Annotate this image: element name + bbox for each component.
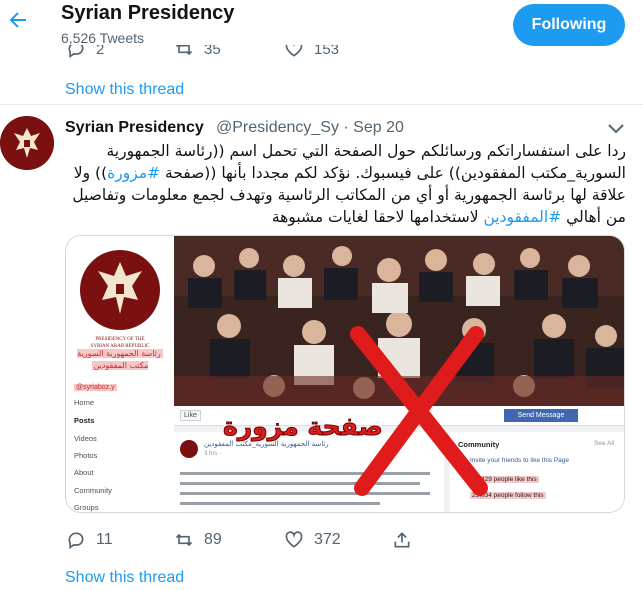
tweet-text-part: لاستخدامها لاحقا لغايات مشبوهة: [271, 208, 484, 226]
like-icon: [285, 531, 303, 548]
reply-button[interactable]: 11: [66, 528, 126, 552]
retweet-button[interactable]: 89: [174, 528, 244, 552]
like-count: 153: [314, 45, 340, 58]
logo-caption-1: PRESIDENCY OF THE: [95, 337, 144, 342]
fb-menu-item: Posts: [74, 416, 95, 425]
tweet-count: 6,526 Tweets: [61, 30, 145, 46]
fb-post-text-line: [180, 502, 380, 505]
like-icon[interactable]: [284, 45, 304, 59]
fb-see-all: See All: [594, 440, 615, 447]
back-arrow-icon[interactable]: [6, 8, 30, 32]
fb-menu-item: Videos: [74, 434, 97, 443]
presidency-logo-icon: PRESIDENCY OF THE SYRIAN ARAB REPUBLIC: [80, 250, 160, 349]
fb-like-button: Like: [180, 410, 201, 421]
retweet-icon: [175, 533, 193, 547]
reply-icon[interactable]: [66, 45, 86, 59]
fb-send-message-button: Send Message: [504, 409, 578, 422]
following-button[interactable]: Following: [513, 4, 625, 46]
fake-page-stamp: صفحة مزورة: [223, 412, 384, 442]
fb-post-avatar: [180, 440, 198, 458]
fb-menu-item: Community: [74, 486, 112, 495]
like-count: 372: [314, 531, 341, 548]
fb-page-sidebar: PRESIDENCY OF THE SYRIAN ARAB REPUBLIC ر…: [66, 236, 174, 512]
hashtag-link[interactable]: #المفقودين: [484, 208, 562, 226]
like-button[interactable]: 372: [284, 528, 364, 552]
fb-menu-item: Groups: [74, 503, 99, 512]
fb-page-name-text: رئاسة الجمهورية السورية مكتب المفقودين: [77, 349, 163, 370]
more-icon[interactable]: [604, 118, 628, 138]
reply-icon: [68, 532, 84, 550]
profile-name: Syrian Presidency: [61, 2, 235, 24]
fb-page-handle: @syriaboz.y: [74, 384, 117, 391]
fb-menu-item: Home: [74, 398, 95, 407]
fb-menu-item: Photos: [74, 451, 98, 460]
fb-post-time: 3 hrs ·: [204, 451, 222, 457]
show-thread-link[interactable]: Show this thread: [65, 81, 184, 99]
fb-post-name: رئاسة الجمهورية السورية_مكتب المفقودين: [204, 440, 329, 448]
hashtag-link[interactable]: #مزورة: [107, 164, 160, 182]
reply-count: 2: [96, 45, 105, 58]
tweet-author-handle[interactable]: @Presidency_Sy · Sep 20: [216, 119, 404, 137]
tweet-text: ردا على استفساراتكم ورسائلكم حول الصفحة …: [64, 140, 626, 228]
fb-menu-item: About: [74, 468, 94, 477]
eagle-emblem-icon: [0, 116, 54, 170]
fb-page-name: رئاسة الجمهورية السورية مكتب المفقودين: [70, 348, 170, 372]
share-icon: [394, 532, 410, 548]
previous-tweet-actions: 2 35 153: [0, 45, 643, 59]
tweet-media-image[interactable]: PRESIDENCY OF THE SYRIAN ARAB REPUBLIC ر…: [65, 235, 625, 513]
show-thread-link[interactable]: Show this thread: [65, 569, 184, 587]
retweet-count: 35: [204, 45, 221, 58]
tweet-author-name[interactable]: Syrian Presidency: [65, 119, 204, 137]
red-x-mark-icon: [350, 326, 488, 496]
retweet-icon[interactable]: [174, 45, 194, 59]
divider: [0, 104, 643, 105]
reply-count: 11: [96, 531, 113, 548]
tweet-text-part: ردا على استفساراتكم ورسائلكم حول الصفحة …: [106, 142, 626, 182]
share-button[interactable]: [392, 528, 416, 552]
retweet-count: 89: [204, 531, 222, 548]
avatar[interactable]: [0, 116, 54, 170]
